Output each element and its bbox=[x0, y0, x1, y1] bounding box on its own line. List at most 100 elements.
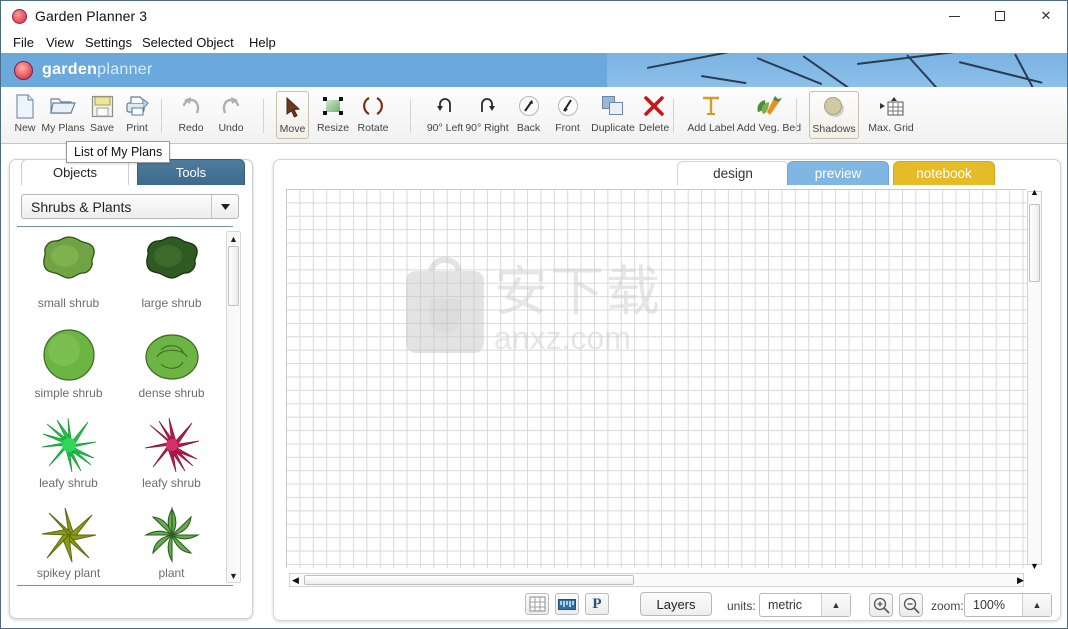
toolbar-save-button[interactable]: Save bbox=[85, 91, 119, 139]
scroll-up-arrow-icon[interactable]: ▲ bbox=[227, 232, 240, 245]
ruler-toggle-button[interactable] bbox=[555, 593, 579, 615]
plan-toggle-button[interactable]: P bbox=[585, 593, 609, 615]
canvas-vertical-scrollbar[interactable] bbox=[1027, 191, 1042, 565]
redo-arrow-icon bbox=[179, 91, 203, 121]
bring-front-icon bbox=[557, 91, 579, 121]
list-item[interactable]: simple shrub bbox=[17, 320, 120, 402]
scroll-right-arrow-icon[interactable]: ▶ bbox=[1015, 575, 1026, 585]
toolbar-undo-button[interactable]: Undo bbox=[213, 91, 249, 139]
toolbar-rotate-label: Rotate bbox=[357, 122, 389, 134]
folder-icon bbox=[50, 91, 76, 121]
scroll-left-arrow-icon[interactable]: ◀ bbox=[290, 575, 301, 585]
tab-notebook[interactable]: notebook bbox=[893, 161, 995, 185]
close-button[interactable]: ✕ bbox=[1023, 1, 1067, 31]
tab-preview[interactable]: preview bbox=[787, 161, 889, 185]
toolbar-my-plans-button[interactable]: My Plans bbox=[41, 91, 85, 139]
scroll-down-arrow-icon[interactable]: ▼ bbox=[227, 569, 240, 582]
toolbar-add-label-text: Add Label bbox=[687, 122, 735, 134]
object-list: small shrub large shrub simple shrub den… bbox=[17, 230, 223, 582]
layers-button[interactable]: Layers bbox=[640, 592, 712, 616]
toolbar-shadows-label: Shadows bbox=[812, 123, 856, 135]
menu-help[interactable]: Help bbox=[245, 34, 280, 51]
up-arrow-icon[interactable]: ▲ bbox=[821, 594, 850, 616]
sidebar-scrollbar[interactable]: ▲ ▼ bbox=[226, 231, 241, 583]
toolbar-delete-button[interactable]: Delete bbox=[635, 91, 673, 139]
toolbar-move-button[interactable]: Move bbox=[276, 91, 309, 139]
list-item-label: large shrub bbox=[141, 296, 202, 310]
watermark-url-text: anxz.com bbox=[494, 320, 631, 356]
tab-design[interactable]: design bbox=[677, 161, 789, 185]
toolbar-redo-button[interactable]: Redo bbox=[173, 91, 209, 139]
grid-toggle-button[interactable] bbox=[525, 593, 549, 615]
scroll-up-arrow-icon[interactable]: ▲ bbox=[1029, 187, 1040, 197]
zoom-out-button[interactable] bbox=[899, 593, 923, 617]
maximize-button[interactable] bbox=[977, 1, 1023, 31]
list-item[interactable]: spikey plant bbox=[17, 500, 120, 582]
toolbar-separator bbox=[673, 99, 674, 133]
list-item[interactable]: leafy shrub bbox=[120, 410, 223, 492]
toolbar-new-label: New bbox=[14, 122, 36, 134]
toolbar-rotate-left-button[interactable]: 90° Left bbox=[425, 91, 465, 139]
brand-banner: gardenplanner bbox=[1, 53, 1067, 87]
brand-bold: garden bbox=[42, 61, 98, 78]
toolbar-max-grid-button[interactable]: Max. Grid bbox=[863, 91, 919, 139]
scrollbar-thumb[interactable] bbox=[304, 575, 634, 585]
list-item-label: small shrub bbox=[37, 296, 100, 310]
simple-shrub-icon bbox=[17, 320, 120, 384]
blossom-photo bbox=[607, 53, 1067, 87]
toolbar-rotate-button[interactable]: Rotate bbox=[354, 91, 392, 139]
canvas-horizontal-scrollbar[interactable] bbox=[289, 573, 1024, 587]
menu-file[interactable]: File bbox=[9, 34, 38, 51]
toolbar-back-button[interactable]: Back bbox=[511, 91, 546, 139]
toolbar-front-button[interactable]: Front bbox=[550, 91, 585, 139]
toolbar-print-button[interactable]: Print bbox=[119, 91, 155, 139]
list-item-label: dense shrub bbox=[138, 386, 205, 400]
toolbar-resize-button[interactable]: Resize bbox=[314, 91, 352, 139]
toolbar-shadows-button[interactable]: Shadows bbox=[809, 91, 859, 139]
list-item[interactable]: small shrub bbox=[17, 230, 120, 312]
brand-light: planner bbox=[97, 61, 153, 78]
toolbar-front-label: Front bbox=[555, 122, 580, 134]
tooltip: List of My Plans bbox=[66, 141, 171, 163]
toolbar-max-grid-label: Max. Grid bbox=[868, 122, 914, 134]
send-back-icon bbox=[518, 91, 540, 121]
toolbar-add-label-button[interactable]: Add Label bbox=[686, 91, 736, 139]
scrollbar-thumb[interactable] bbox=[228, 246, 239, 306]
leafy-shrub-red-icon bbox=[120, 410, 223, 474]
toolbar-rotate-left-label: 90° Left bbox=[426, 122, 464, 134]
minimize-button[interactable] bbox=[931, 1, 977, 31]
list-item[interactable]: large shrub bbox=[120, 230, 223, 312]
grid-max-icon bbox=[877, 91, 905, 121]
zoom-in-button[interactable] bbox=[869, 593, 893, 617]
list-item[interactable]: plant bbox=[120, 500, 223, 582]
scrollbar-thumb[interactable] bbox=[1029, 204, 1040, 282]
scroll-down-arrow-icon[interactable]: ▼ bbox=[1029, 561, 1040, 571]
new-document-icon bbox=[15, 91, 35, 121]
units-label: units: bbox=[727, 599, 756, 613]
toolbar-add-veg-bed-button[interactable]: Add Veg. Bed bbox=[736, 91, 802, 139]
menu-selected-object[interactable]: Selected Object bbox=[138, 34, 238, 51]
chevron-down-icon bbox=[211, 195, 238, 218]
menu-view[interactable]: View bbox=[42, 34, 78, 51]
units-dropdown[interactable]: metric ▲ bbox=[759, 593, 851, 617]
shield-shape bbox=[429, 299, 461, 333]
rotate-right-icon bbox=[476, 91, 498, 121]
menu-bar: File View Settings Selected Object Help bbox=[1, 32, 1067, 53]
zoom-label: zoom: bbox=[931, 599, 964, 613]
toolbar-rotate-right-button[interactable]: 90° Right bbox=[464, 91, 510, 139]
zoom-field[interactable]: 100% ▲ bbox=[964, 593, 1052, 617]
toolbar-separator bbox=[796, 99, 797, 133]
list-item[interactable]: leafy shrub bbox=[17, 410, 120, 492]
design-grid-canvas[interactable] bbox=[286, 189, 1027, 568]
toolbar-duplicate-button[interactable]: Duplicate bbox=[589, 91, 637, 139]
list-item[interactable]: dense shrub bbox=[120, 320, 223, 402]
brand-title: gardenplanner bbox=[42, 61, 153, 79]
up-arrow-icon[interactable]: ▲ bbox=[1022, 594, 1051, 616]
menu-settings[interactable]: Settings bbox=[81, 34, 136, 51]
toolbar-my-plans-label: My Plans bbox=[41, 122, 85, 134]
category-dropdown[interactable]: Shrubs & Plants bbox=[21, 194, 239, 219]
toolbar-delete-label: Delete bbox=[638, 122, 670, 134]
small-shrub-icon bbox=[17, 230, 120, 294]
rotate-icon bbox=[362, 91, 384, 121]
toolbar-new-button[interactable]: New bbox=[9, 91, 41, 139]
